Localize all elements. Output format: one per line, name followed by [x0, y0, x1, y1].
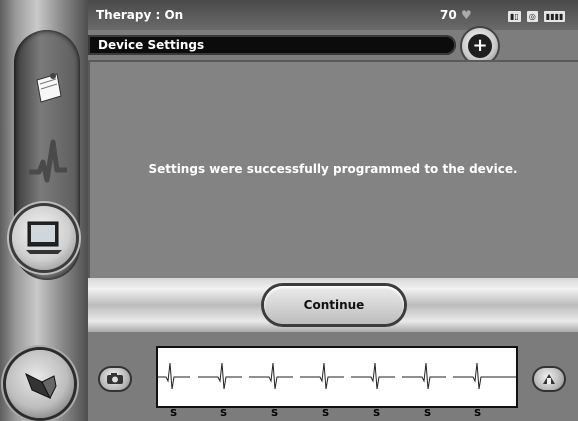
sidebar-wand-button[interactable] [6, 350, 74, 418]
pin-icon [543, 374, 555, 384]
status-icons: ▮▯ ◎ ▮▮▮▮ [508, 11, 566, 22]
marker-label: S [373, 408, 381, 419]
ecg-strip [156, 346, 518, 408]
message-area: Settings were successfully programmed to… [88, 60, 578, 278]
add-button[interactable]: + [462, 28, 498, 64]
telemetry-icon: ◎ [526, 11, 538, 22]
battery-icon: ▮▯ [508, 11, 521, 22]
ecg-bar: S S S S S S S [88, 332, 578, 421]
camera-icon [107, 373, 123, 384]
title-bar: Device Settings [88, 35, 456, 55]
ecg-tool-icon [29, 139, 67, 183]
marker-button[interactable] [534, 368, 564, 390]
sidebar-ecg-button[interactable] [24, 130, 72, 190]
heart-rate-value: 70 [440, 8, 457, 22]
sidebar-monitor-button[interactable] [12, 206, 76, 270]
action-bar: Continue [88, 278, 578, 332]
signal-icon: ▮▮▮▮ [543, 11, 566, 22]
screen: Therapy : On 70 ♥ ▮▯ ◎ ▮▮▮▮ Device Setti… [0, 0, 578, 421]
marker-label: S [271, 408, 279, 419]
camera-button[interactable] [100, 368, 130, 390]
continue-label: Continue [303, 298, 365, 312]
marker-label: S [424, 408, 432, 419]
monitor-icon [26, 221, 62, 254]
sidebar-notes-button[interactable] [26, 62, 70, 110]
marker-label: S [220, 408, 228, 419]
marker-label: S [322, 408, 330, 419]
marker-label: S [474, 408, 482, 419]
plus-icon: + [468, 34, 492, 58]
status-message: Settings were successfully programmed to… [148, 162, 518, 176]
notes-icon [36, 73, 62, 103]
heart-icon: ♥ [461, 8, 472, 22]
ecg-trace [158, 362, 516, 390]
page-title: Device Settings [98, 38, 205, 52]
marker-label: S [170, 408, 178, 419]
wand-icon [25, 372, 57, 400]
sidebar [0, 0, 88, 421]
continue-button[interactable]: Continue [264, 286, 404, 324]
status-bar: Therapy : On 70 ♥ ▮▯ ◎ ▮▮▮▮ [88, 0, 578, 30]
therapy-status: Therapy : On [96, 8, 184, 22]
